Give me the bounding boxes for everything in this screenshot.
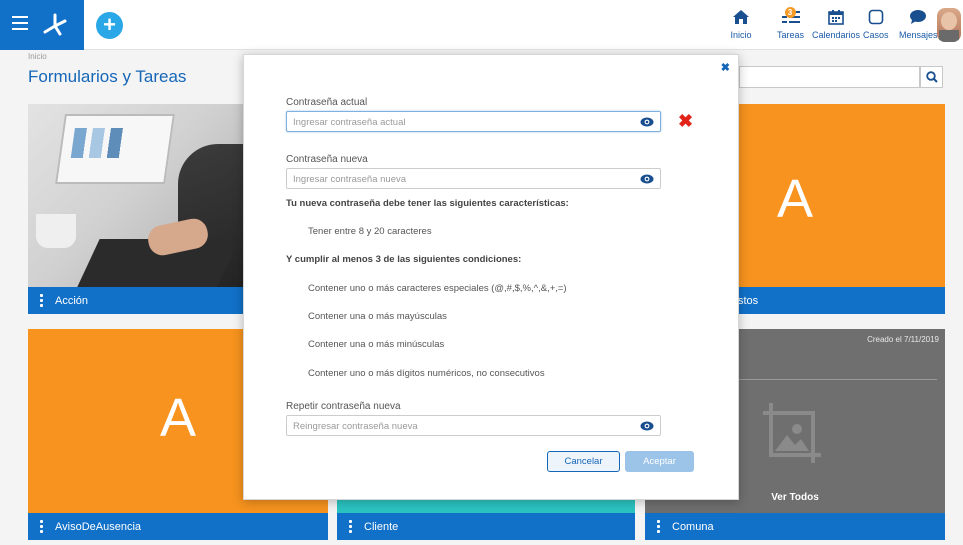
- new-password-field[interactable]: [286, 168, 661, 189]
- logo-icon[interactable]: [40, 12, 70, 38]
- calendar-icon: [825, 6, 847, 28]
- user-avatar[interactable]: [937, 8, 961, 42]
- current-password-field[interactable]: [286, 111, 661, 132]
- repeat-password-input[interactable]: [287, 417, 627, 436]
- more-vertical-icon[interactable]: [40, 294, 43, 307]
- tasks-icon: 3: [780, 6, 802, 28]
- home-icon: [730, 6, 752, 28]
- nav-tareas-label: Tareas: [777, 30, 805, 40]
- chat-icon: [907, 6, 929, 28]
- eye-icon[interactable]: [640, 420, 654, 432]
- tile-cliente-footer: Cliente: [337, 513, 635, 540]
- more-vertical-icon[interactable]: [349, 520, 352, 533]
- breadcrumb[interactable]: Inicio: [28, 52, 47, 61]
- tile-aviso-footer: AvisoDeAusencia: [28, 513, 328, 540]
- new-password-input[interactable]: [287, 170, 627, 189]
- condition-item: Contener uno o más dígitos numéricos, no…: [308, 368, 545, 379]
- search-button[interactable]: [920, 66, 943, 88]
- nav-mensajes[interactable]: Mensajes: [899, 6, 938, 46]
- image-placeholder-icon: [763, 403, 821, 463]
- condition-item: Contener uno o más caracteres especiales…: [308, 283, 567, 294]
- eye-icon[interactable]: [640, 116, 654, 128]
- close-icon[interactable]: ✖: [721, 61, 730, 74]
- tile-comuna-footer: Comuna: [645, 513, 945, 540]
- nav-tareas[interactable]: 3 Tareas: [777, 6, 804, 46]
- repeat-password-label: Repetir contraseña nueva: [286, 401, 401, 412]
- repeat-password-field[interactable]: [286, 415, 661, 436]
- new-password-label: Contraseña nueva: [286, 154, 368, 165]
- condition-item: Contener una o más minúsculas: [308, 339, 445, 350]
- add-icon[interactable]: +: [96, 12, 123, 39]
- nav-calendarios[interactable]: Calendarios: [812, 6, 860, 46]
- page-title: Formularios y Tareas: [28, 67, 187, 86]
- cancel-button[interactable]: Cancelar: [547, 451, 620, 472]
- conditions-title: Y cumplir al menos 3 de las siguientes c…: [286, 254, 522, 265]
- nav-inicio[interactable]: Inicio: [730, 6, 752, 46]
- error-icon: ✖: [678, 111, 694, 131]
- tasks-badge: 3: [784, 7, 796, 18]
- rule-length: Tener entre 8 y 20 caracteres: [308, 226, 432, 237]
- brand-area: [0, 0, 84, 50]
- created-date: Creado el 7/11/2019: [867, 335, 939, 344]
- nav-inicio-label: Inicio: [730, 30, 752, 40]
- more-vertical-icon[interactable]: [40, 520, 43, 533]
- nav-mensajes-label: Mensajes: [899, 30, 938, 40]
- search-icon: [925, 71, 938, 83]
- tile-top-right-label: stos: [738, 294, 759, 307]
- more-vertical-icon[interactable]: [657, 520, 660, 533]
- menu-icon[interactable]: [12, 16, 28, 30]
- tile-accion-label: Acción: [55, 294, 89, 307]
- nav-calendarios-label: Calendarios: [812, 30, 861, 40]
- rules-title: Tu nueva contraseña debe tener las sigui…: [286, 198, 569, 209]
- current-password-input[interactable]: [287, 113, 627, 132]
- top-bar: + Inicio 3 Tareas Calendarios Casos Mens…: [0, 0, 963, 50]
- nav-casos[interactable]: Casos: [863, 6, 889, 46]
- tile-aviso-label: AvisoDeAusencia: [55, 520, 142, 533]
- search-input[interactable]: [739, 66, 920, 88]
- nav-casos-label: Casos: [863, 30, 889, 40]
- eye-icon[interactable]: [640, 173, 654, 185]
- tile-cliente-label: Cliente: [364, 520, 399, 533]
- change-password-dialog: ✖ Contraseña actual ✖ Contraseña nueva T…: [243, 54, 739, 500]
- condition-item: Contener una o más mayúsculas: [308, 311, 447, 322]
- current-password-label: Contraseña actual: [286, 97, 368, 108]
- case-icon: [865, 6, 887, 28]
- accept-button[interactable]: Aceptar: [625, 451, 694, 472]
- tile-comuna-label: Comuna: [672, 520, 714, 533]
